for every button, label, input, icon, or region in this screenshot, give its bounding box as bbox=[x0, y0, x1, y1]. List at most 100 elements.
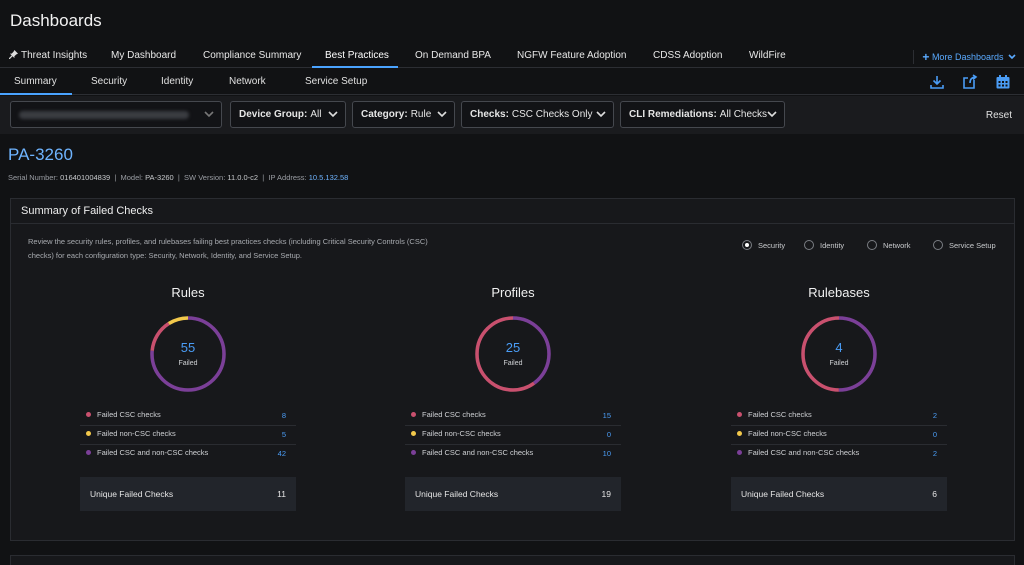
sub-tabs: Summary Security Identity Network Servic… bbox=[0, 69, 1024, 95]
radio-network[interactable]: Network bbox=[867, 240, 911, 250]
chevron-down-icon bbox=[596, 111, 606, 118]
device-name: PA-3260 bbox=[8, 145, 73, 164]
page-title: Dashboards bbox=[10, 11, 102, 30]
legend-value[interactable]: 0 bbox=[933, 430, 937, 439]
legend-value[interactable]: 0 bbox=[607, 430, 611, 439]
legend-label: Failed CSC checks bbox=[748, 410, 812, 419]
legend-value[interactable]: 2 bbox=[933, 449, 937, 458]
tab-my-dashboard[interactable]: My Dashboard bbox=[111, 50, 176, 61]
panel-description: Review the security rules, profiles, and… bbox=[28, 237, 428, 260]
legend-row-non-csc: Failed non-CSC checks 0 bbox=[405, 426, 621, 445]
legend-label: Failed CSC and non-CSC checks bbox=[748, 448, 860, 457]
filter-label: Device Group: bbox=[239, 109, 308, 120]
tab-service-setup[interactable]: Service Setup bbox=[305, 76, 367, 87]
filter-value: CSC Checks Only bbox=[511, 109, 593, 120]
legend-row-csc: Failed CSC checks 8 bbox=[80, 407, 296, 426]
legend-dot bbox=[737, 412, 742, 417]
filter-value: Rule bbox=[410, 109, 432, 120]
legend-value[interactable]: 10 bbox=[603, 449, 611, 458]
profiles-column: Profiles 25 Failed Failed CSC checks 15 F… bbox=[405, 285, 621, 511]
unique-value: 19 bbox=[601, 489, 611, 499]
share-icon[interactable] bbox=[962, 74, 978, 90]
legend-value[interactable]: 2 bbox=[933, 411, 937, 420]
filter-label: CLI Remediations: bbox=[629, 109, 717, 120]
filter-bar: Device Group: All Category: Rule Checks: CS… bbox=[0, 96, 1024, 134]
radio-button bbox=[804, 240, 814, 250]
radio-label: Network bbox=[883, 240, 911, 250]
filter-label: Checks: bbox=[470, 109, 509, 120]
legend-value[interactable]: 15 bbox=[603, 411, 611, 420]
tab-best-practices[interactable]: Best Practices bbox=[325, 50, 389, 61]
tab-cdss-adoption[interactable]: CDSS Adoption bbox=[653, 50, 723, 61]
active-subtab-indicator bbox=[0, 93, 72, 95]
panel-title: Summary of Failed Checks bbox=[11, 199, 1014, 224]
radio-label: Service Setup bbox=[949, 240, 996, 250]
device-select[interactable] bbox=[10, 101, 222, 128]
tab-on-demand-bpa[interactable]: On Demand BPA bbox=[415, 50, 491, 61]
serial-number: 016401004839 bbox=[60, 173, 111, 182]
legend-label: Failed non-CSC checks bbox=[748, 429, 827, 438]
column-title: Rulebases bbox=[808, 285, 870, 300]
legend-row-csc: Failed CSC checks 2 bbox=[731, 407, 947, 426]
legend: Failed CSC checks 2 Failed non-CSC checks… bbox=[731, 407, 947, 464]
tab-threat-insights[interactable]: Threat Insights bbox=[9, 50, 87, 61]
legend: Failed CSC checks 15 Failed non-CSC check… bbox=[405, 407, 621, 464]
legend-dot bbox=[86, 450, 91, 455]
chevron-down-icon bbox=[328, 111, 338, 118]
legend-value[interactable]: 42 bbox=[278, 449, 286, 458]
plus-icon: + bbox=[922, 50, 930, 64]
tab-ngfw-feature-adoption[interactable]: NGFW Feature Adoption bbox=[517, 50, 627, 61]
unique-failed-checks[interactable]: Unique Failed Checks 19 bbox=[405, 477, 621, 511]
failed-label: Failed bbox=[178, 360, 198, 367]
model-value: PA-3260 bbox=[145, 173, 174, 182]
more-dashboards-button[interactable]: + More Dashboards bbox=[913, 50, 1016, 64]
tab-wildfire[interactable]: WildFire bbox=[749, 50, 786, 61]
dashboard-tabs: Threat Insights My Dashboard Compliance … bbox=[0, 45, 1024, 68]
radio-service-setup[interactable]: Service Setup bbox=[933, 240, 996, 250]
unique-label: Unique Failed Checks bbox=[741, 489, 825, 499]
device-value-redacted bbox=[19, 110, 189, 119]
legend-value[interactable]: 5 bbox=[282, 430, 286, 439]
category-select[interactable]: Category: Rule bbox=[352, 101, 455, 128]
failed-total: 25 bbox=[505, 340, 521, 355]
active-tab-indicator bbox=[312, 66, 398, 68]
radio-label: Identity bbox=[820, 240, 845, 250]
legend-dot bbox=[86, 412, 91, 417]
chevron-down-icon bbox=[1008, 54, 1016, 60]
tab-identity[interactable]: Identity bbox=[161, 76, 193, 87]
sw-version-label: SW Version: bbox=[184, 173, 226, 182]
device-group-select[interactable]: Device Group: All bbox=[230, 101, 346, 128]
tab-network[interactable]: Network bbox=[229, 76, 266, 87]
legend-row-both: Failed CSC and non-CSC checks 42 bbox=[80, 445, 296, 464]
filter-value: All Checks bbox=[719, 109, 768, 120]
reset-button[interactable]: Reset bbox=[986, 110, 1012, 121]
unique-failed-checks[interactable]: Unique Failed Checks 11 bbox=[80, 477, 296, 511]
legend-label: Failed CSC checks bbox=[422, 410, 486, 419]
radio-identity[interactable]: Identity bbox=[804, 240, 844, 250]
radio-security[interactable]: Security bbox=[742, 240, 785, 250]
tab-compliance-summary[interactable]: Compliance Summary bbox=[203, 50, 301, 61]
serial-label: Serial Number: bbox=[8, 173, 59, 182]
unique-value: 6 bbox=[932, 489, 937, 499]
calendar-icon[interactable] bbox=[995, 74, 1011, 90]
tab-summary[interactable]: Summary bbox=[14, 76, 57, 87]
chevron-down-icon bbox=[767, 111, 777, 118]
radio-button bbox=[867, 240, 877, 250]
tab-security[interactable]: Security bbox=[91, 76, 127, 87]
checks-select[interactable]: Checks: CSC Checks Only bbox=[461, 101, 614, 128]
radio-button-selected bbox=[742, 240, 752, 250]
tab-label: Threat Insights bbox=[21, 50, 88, 61]
rulebases-column: Rulebases 4 Failed Failed CSC checks 2 Fa… bbox=[731, 285, 947, 511]
legend: Failed CSC checks 8 Failed non-CSC checks… bbox=[80, 407, 296, 464]
next-panel bbox=[10, 555, 1015, 565]
legend-dot bbox=[411, 431, 416, 436]
legend-value[interactable]: 8 bbox=[282, 411, 286, 420]
ip-label: IP Address: bbox=[268, 173, 307, 182]
cli-remediations-select[interactable]: CLI Remediations: All Checks bbox=[620, 101, 785, 128]
unique-failed-checks[interactable]: Unique Failed Checks 6 bbox=[731, 477, 947, 511]
filter-label: Category: bbox=[361, 109, 408, 120]
download-icon[interactable] bbox=[929, 74, 945, 90]
pin-icon bbox=[9, 50, 18, 59]
legend-dot bbox=[411, 450, 416, 455]
legend-dot bbox=[86, 431, 91, 436]
